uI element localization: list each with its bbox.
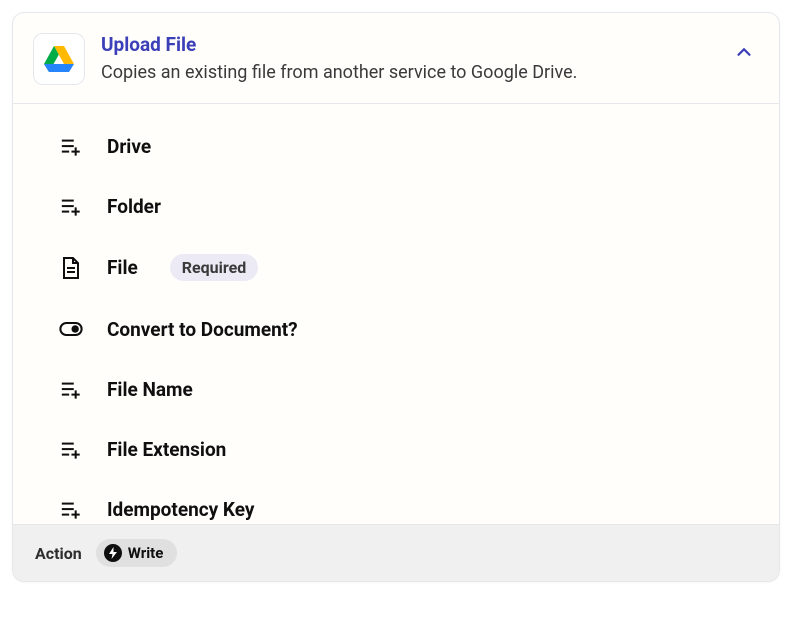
field-row[interactable]: File Name xyxy=(13,359,779,419)
field-label: File Extension xyxy=(107,438,226,461)
field-label: Folder xyxy=(107,195,161,218)
google-drive-icon xyxy=(33,33,85,85)
action-description: Copies an existing file from another ser… xyxy=(101,60,717,85)
file-icon xyxy=(59,256,83,280)
fields-list: Drive Folder File Required Convert to Docume… xyxy=(13,104,779,524)
list-add-icon xyxy=(59,437,83,461)
toggle-icon xyxy=(59,317,83,341)
footer-action-label: Action xyxy=(35,544,82,563)
field-label: Convert to Document? xyxy=(107,318,298,341)
list-add-icon xyxy=(59,377,83,401)
list-add-icon xyxy=(59,134,83,158)
bolt-icon xyxy=(104,544,122,562)
field-label: File Name xyxy=(107,378,193,401)
field-label: Idempotency Key xyxy=(107,498,254,521)
list-add-icon xyxy=(59,497,83,521)
action-title: Upload File xyxy=(101,33,717,58)
field-label: File xyxy=(107,256,138,279)
field-row[interactable]: Convert to Document? xyxy=(13,299,779,359)
field-row[interactable]: File Required xyxy=(13,236,779,299)
action-card: Upload File Copies an existing file from… xyxy=(12,12,780,582)
card-header[interactable]: Upload File Copies an existing file from… xyxy=(13,13,779,104)
required-badge: Required xyxy=(170,254,258,281)
collapse-chevron-icon[interactable] xyxy=(733,41,755,67)
field-row[interactable]: Idempotency Key xyxy=(13,479,779,524)
field-row[interactable]: Folder xyxy=(13,176,779,236)
list-add-icon xyxy=(59,194,83,218)
write-badge-text: Write xyxy=(128,544,164,562)
field-label: Drive xyxy=(107,135,151,158)
write-badge: Write xyxy=(96,539,178,567)
field-row[interactable]: File Extension xyxy=(13,419,779,479)
header-text-block: Upload File Copies an existing file from… xyxy=(101,33,717,85)
field-row[interactable]: Drive xyxy=(13,116,779,176)
card-footer: Action Write xyxy=(13,524,779,581)
